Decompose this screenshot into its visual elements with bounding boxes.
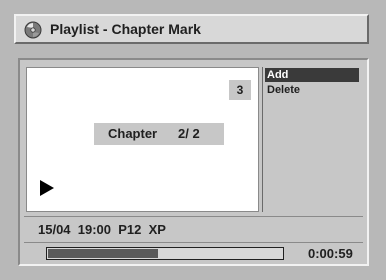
chapter-label: Chapter xyxy=(108,126,158,141)
title-bar: Playlist - Chapter Mark xyxy=(14,14,369,44)
playback-row: 0:00:59 xyxy=(24,242,363,264)
progress-bar xyxy=(46,247,284,260)
disc-icon xyxy=(24,21,42,39)
video-preview: 3 Chapter 2/ 2 xyxy=(26,67,259,212)
menu-item-delete[interactable]: Delete xyxy=(265,83,359,97)
page-title: Playlist - Chapter Mark xyxy=(50,21,201,37)
chapter-mark-panel: 3 Chapter 2/ 2 Add Delete 15/04 19:00 P1… xyxy=(18,58,369,266)
elapsed-time: 0:00:59 xyxy=(308,246,353,261)
chapter-indicator: Chapter 2/ 2 xyxy=(94,123,224,145)
chapter-value: 2/ 2 xyxy=(178,126,200,141)
menu-item-add[interactable]: Add xyxy=(265,68,359,82)
recording-info: 15/04 19:00 P12 XP xyxy=(38,222,166,237)
play-icon xyxy=(40,180,54,196)
recording-info-bar: 15/04 19:00 P12 XP xyxy=(24,216,363,241)
progress-fill xyxy=(48,249,158,258)
chapter-menu: Add Delete xyxy=(262,67,360,212)
chapter-count-badge: 3 xyxy=(229,80,251,100)
